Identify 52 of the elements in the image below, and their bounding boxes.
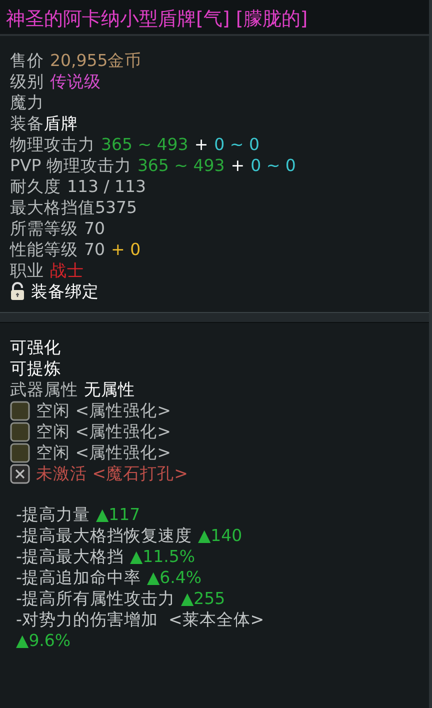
stat-value: 传说级 — [50, 70, 101, 92]
empty-socket-icon — [10, 422, 30, 442]
stat-label: 耐久度 — [10, 176, 61, 198]
stat-label: 装备 — [10, 112, 44, 134]
stat-label: 70 — [84, 219, 105, 238]
stat-label: PVP 物理攻击力 — [10, 154, 132, 176]
bonus-value: ▲117 — [96, 505, 140, 524]
stat-value: 战士 — [50, 260, 84, 282]
bonus-value: ▲11.5% — [130, 547, 196, 566]
stat-label: 物理攻击力 — [10, 134, 95, 156]
empty-socket-icon — [10, 400, 30, 420]
stat-label: 魔力 — [10, 92, 44, 114]
bonus-label: -提高力量 — [16, 504, 90, 526]
stat-value: 365 ~ 493 — [137, 156, 225, 175]
stat-label: 性能等级 — [10, 238, 78, 260]
bonus-value: ▲6.4% — [146, 568, 202, 587]
bonus-value: ▲9.6% — [16, 631, 71, 650]
socket-label: 空闲 <属性强化> — [36, 420, 171, 442]
stat-label: 级别 — [10, 70, 44, 92]
item-title: 神圣的阿卡纳小型盾牌[气] [朦胧的] — [0, 0, 429, 36]
stat-value: + — [230, 156, 245, 175]
stat-value: 0 ~ 0 — [250, 156, 296, 175]
stat-value: + — [194, 135, 208, 154]
socket-label: 空闲 <属性强化> — [36, 400, 171, 422]
attribute-value: 无属性 — [84, 378, 135, 400]
bonus-value: ▲140 — [198, 526, 242, 545]
flag-label: 可提炼 — [10, 358, 61, 380]
stat-value: 盾牌 — [44, 112, 78, 134]
stat-value: 365 ~ 493 — [101, 135, 188, 154]
socket-label: 未激活 <魔石打孔> — [36, 462, 188, 484]
bonus-label: -对势力的伤害增加 <莱本全体> — [16, 609, 266, 630]
bonus-label: -提高追加命中率 — [16, 566, 141, 588]
stat-value: 0 ~ 0 — [214, 135, 260, 154]
binding-status: 装备绑定 — [31, 280, 99, 302]
stat-label: 最大格挡值5375 — [10, 196, 137, 218]
padlock-icon — [10, 282, 25, 301]
stat-value: + 0 — [111, 240, 141, 259]
stat-label: 70 — [84, 240, 105, 259]
bonus-label: -提高最大格挡恢复速度 — [16, 524, 192, 546]
locked-socket-icon — [10, 464, 30, 484]
stat-label: 113 / 113 — [67, 177, 146, 196]
socket-label: 空闲 <属性强化> — [36, 442, 171, 464]
stat-label: 售价 — [10, 50, 44, 72]
bonus-label: -提高所有属性攻击力 — [16, 588, 175, 610]
flag-label: 可强化 — [10, 336, 61, 358]
stat-label: 所需等级 — [10, 218, 78, 240]
attribute-label: 武器属性 — [10, 378, 78, 400]
bonus-value: ▲255 — [180, 589, 226, 608]
stat-value: 20,955金币 — [50, 50, 142, 72]
empty-socket-icon — [10, 442, 30, 462]
stat-label: 职业 — [10, 260, 44, 282]
bonus-label: -提高最大格挡 — [16, 546, 124, 568]
